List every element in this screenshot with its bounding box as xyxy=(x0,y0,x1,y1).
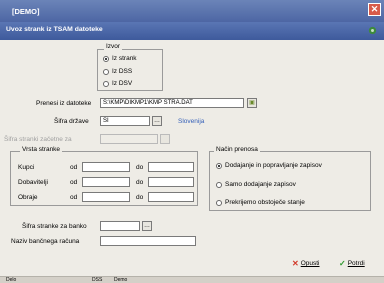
dobavitelji-od-input[interactable] xyxy=(82,177,130,187)
od-label: od xyxy=(70,194,78,201)
radio-dot xyxy=(216,162,222,169)
dobavitelji-do-input[interactable] xyxy=(148,177,194,187)
browse-button[interactable]: ▣ xyxy=(247,98,257,108)
prenos-label: Prenesi iz datoteke xyxy=(36,100,92,107)
folder-icon: ▣ xyxy=(249,100,255,106)
cancel-label: Opusti xyxy=(300,260,320,267)
row-label-dobavitelji: Dobavitelji xyxy=(18,179,48,186)
dialog-title: Uvoz strank iz TSAM datoteke xyxy=(6,26,103,33)
nacin-option-samo-dodajanje[interactable]: Samo dodajanje zapisov xyxy=(216,181,296,188)
izvor-option-dss[interactable]: Iz DSS xyxy=(103,68,132,75)
file-path-input[interactable]: S:\KMP\DIKMP1\KMP STRA.DAT xyxy=(100,98,244,108)
radio-dot xyxy=(216,199,222,206)
od-label: od xyxy=(70,164,78,171)
izvor-option-strank[interactable]: Iz strank xyxy=(103,55,137,62)
do-label: do xyxy=(136,179,144,186)
ok-button[interactable]: ✓ Potrdi xyxy=(339,259,365,268)
kupci-od-input[interactable] xyxy=(82,162,130,172)
close-button[interactable]: ✕ xyxy=(368,3,381,16)
status-bar: Delo DSS Demo xyxy=(0,276,384,283)
cancel-button[interactable]: ✕ Opusti xyxy=(292,259,320,268)
country-name: Slovenija xyxy=(178,118,205,125)
cancel-x-icon: ✕ xyxy=(292,259,299,268)
bank-code-lookup-button[interactable]: … xyxy=(142,221,152,231)
country-lookup-button[interactable]: … xyxy=(152,116,162,126)
status-middle: DSS xyxy=(92,277,103,283)
nacin-prenosa-label: Način prenosa xyxy=(214,146,260,153)
sifra-stranke-input xyxy=(100,134,158,144)
bank-account-name-input[interactable] xyxy=(100,236,196,246)
row-label-kupci: Kupci xyxy=(18,164,35,171)
status-left: Delo xyxy=(6,277,17,283)
izvor-group-label: Izvor xyxy=(104,43,123,50)
obraje-do-input[interactable] xyxy=(148,192,194,202)
izvor-option-dsv[interactable]: Iz DSV xyxy=(103,80,132,87)
vrsta-stranke-label: Vrsta stranke xyxy=(20,146,63,153)
nacin-option-prekrijemo[interactable]: Prekrijemo obstoječe stanje xyxy=(216,199,305,206)
checkmark-icon: ✓ xyxy=(339,259,346,268)
obraje-od-input[interactable] xyxy=(82,192,130,202)
window-title: [DEMO] xyxy=(12,7,40,16)
od-label: od xyxy=(70,179,78,186)
nacin-option-dodajanje-popravljanje[interactable]: Dodajanje in popravljanje zapisov xyxy=(216,162,322,169)
bank-code-label: Šifra stranke za banko xyxy=(22,223,87,230)
status-right: Demo xyxy=(114,277,128,283)
do-label: do xyxy=(136,194,144,201)
dialog-titlebar: Uvoz strank iz TSAM datoteke xyxy=(0,22,384,40)
gear-icon[interactable] xyxy=(367,25,378,36)
close-icon: ✕ xyxy=(370,4,379,14)
bank-code-input[interactable] xyxy=(100,221,140,231)
bank-account-name-label: Naziv bančnega računa xyxy=(11,238,80,245)
radio-dot xyxy=(103,55,109,62)
radio-dot xyxy=(216,181,222,188)
country-code-input[interactable]: SI xyxy=(100,116,150,126)
kupci-do-input[interactable] xyxy=(148,162,194,172)
sifra-stranke-lookup xyxy=(160,134,170,144)
do-label: do xyxy=(136,164,144,171)
drzava-label: Šifra države xyxy=(54,118,89,125)
radio-dot xyxy=(103,68,109,75)
radio-dot xyxy=(103,80,109,87)
ellipsis-icon: … xyxy=(154,118,160,124)
window-titlebar: [DEMO] ✕ xyxy=(0,0,384,22)
row-label-obraje: Obraje xyxy=(18,194,38,201)
ellipsis-icon: … xyxy=(144,223,150,229)
sifra-stranke-label: Šifra stranki začetne za xyxy=(4,136,72,143)
ok-label: Potrdi xyxy=(347,260,365,267)
